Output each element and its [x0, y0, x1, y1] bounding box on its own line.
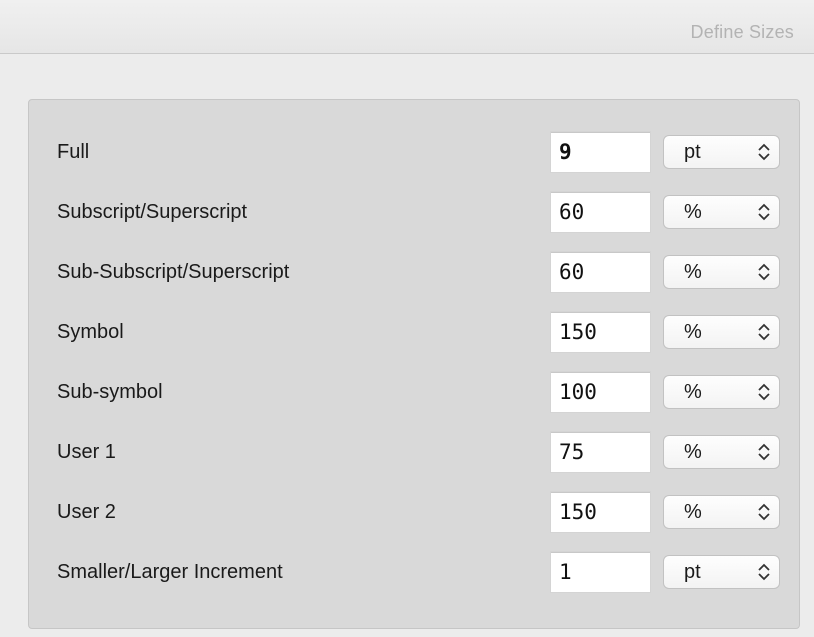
size-value-sub-symbol[interactable] [551, 372, 650, 412]
unit-select-full[interactable]: pt [663, 135, 780, 169]
size-value-smaller-larger-increment[interactable] [551, 552, 650, 592]
unit-select-sub-symbol[interactable]: % [663, 375, 780, 409]
size-label-sub-symbol: Sub-symbol [57, 381, 163, 403]
size-row-sub-subscript-superscript: Sub-Subscript/Superscript % [29, 252, 799, 292]
size-row-symbol: Symbol % [29, 312, 799, 352]
unit-select-value: % [684, 441, 702, 463]
size-value-user-1[interactable] [551, 432, 650, 472]
up-down-chevron-icon [758, 143, 770, 161]
size-row-sub-symbol: Sub-symbol % [29, 372, 799, 412]
size-row-user-1: User 1 % [29, 432, 799, 472]
up-down-chevron-icon [758, 383, 770, 401]
size-label-user-2: User 2 [57, 501, 116, 523]
sizes-panel: Full pt Subscript/Superscript % Sub-Subs… [28, 99, 800, 629]
unit-select-user-1[interactable]: % [663, 435, 780, 469]
size-row-smaller-larger-increment: Smaller/Larger Increment pt [29, 552, 799, 592]
size-label-subscript-superscript: Subscript/Superscript [57, 201, 248, 223]
unit-select-value: pt [684, 141, 701, 163]
unit-select-value: pt [684, 561, 701, 583]
unit-select-value: % [684, 501, 702, 523]
size-label-sub-subscript-superscript: Sub-Subscript/Superscript [57, 261, 290, 283]
unit-select-subscript-superscript[interactable]: % [663, 195, 780, 229]
title-bar: Define Sizes [0, 0, 814, 54]
size-label-user-1: User 1 [57, 441, 116, 463]
up-down-chevron-icon [758, 203, 770, 221]
unit-select-value: % [684, 321, 702, 343]
size-row-user-2: User 2 % [29, 492, 799, 532]
up-down-chevron-icon [758, 503, 770, 521]
size-row-subscript-superscript: Subscript/Superscript % [29, 192, 799, 232]
unit-select-value: % [684, 381, 702, 403]
unit-select-sub-subscript-superscript[interactable]: % [663, 255, 780, 289]
unit-select-symbol[interactable]: % [663, 315, 780, 349]
up-down-chevron-icon [758, 323, 770, 341]
up-down-chevron-icon [758, 563, 770, 581]
unit-select-user-2[interactable]: % [663, 495, 780, 529]
size-label-symbol: Symbol [57, 321, 124, 343]
size-value-user-2[interactable] [551, 492, 650, 532]
size-value-sub-subscript-superscript[interactable] [551, 252, 650, 292]
up-down-chevron-icon [758, 263, 770, 281]
size-value-subscript-superscript[interactable] [551, 192, 650, 232]
size-value-full[interactable] [551, 132, 650, 172]
size-value-symbol[interactable] [551, 312, 650, 352]
window-title: Define Sizes [690, 22, 794, 42]
unit-select-value: % [684, 261, 702, 283]
size-row-full: Full pt [29, 132, 799, 172]
unit-select-value: % [684, 201, 702, 223]
size-label-full: Full [57, 141, 90, 163]
size-label-smaller-larger-increment: Smaller/Larger Increment [57, 561, 283, 583]
up-down-chevron-icon [758, 443, 770, 461]
unit-select-smaller-larger-increment[interactable]: pt [663, 555, 780, 589]
